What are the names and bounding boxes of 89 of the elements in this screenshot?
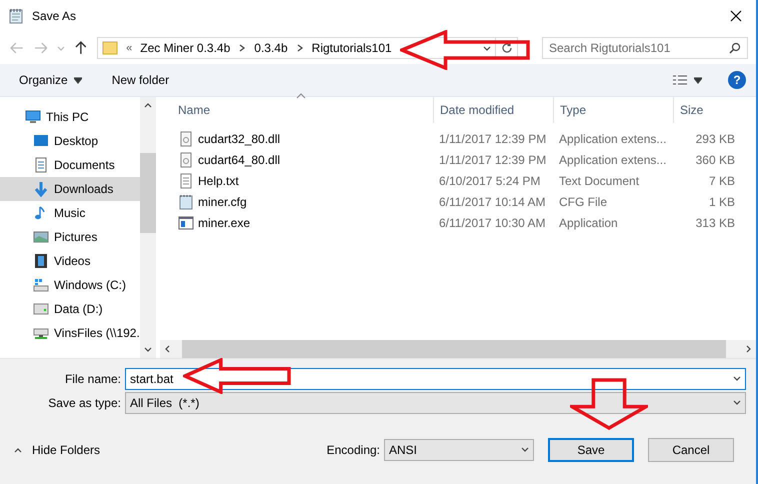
file-icon <box>178 194 194 210</box>
file-icon <box>178 130 194 146</box>
sidebar-item-icon <box>33 181 49 197</box>
column-header[interactable]: Name <box>160 97 433 123</box>
new-folder-button[interactable]: New folder <box>112 73 170 87</box>
column-header[interactable]: Date modified <box>433 97 553 123</box>
file-name-label: File name: <box>64 372 121 386</box>
size-cell-text: 313 KB <box>694 216 736 230</box>
scroll-down-icon <box>144 346 152 354</box>
hide-folders-button[interactable]: Hide Folders <box>14 443 100 457</box>
sidebar-item-icon <box>25 109 41 125</box>
date-cell-text: 1/11/2017 12:39 PM <box>438 132 548 146</box>
type-cell-text: Application <box>558 216 619 230</box>
vertical-scrollbar[interactable] <box>140 97 156 358</box>
dropdown-icon <box>733 399 741 407</box>
encoding-dropdown[interactable]: ANSI <box>384 439 534 461</box>
file-icon <box>178 152 194 168</box>
sidebar-item[interactable]: VinsFiles (\\192. <box>0 321 140 345</box>
folder-icon <box>102 41 118 55</box>
size-cell-text: 293 KB <box>694 132 736 146</box>
sidebar-item-icon <box>33 277 49 293</box>
help-button[interactable]: ? <box>728 71 746 89</box>
breadcrumb[interactable]: 0.3.4b <box>254 41 288 55</box>
overflow-marker[interactable]: « <box>126 42 132 54</box>
chevron-up-icon <box>14 446 22 454</box>
sidebar-item[interactable]: Data (D:) <box>0 297 140 321</box>
dropdown-icon <box>733 375 741 383</box>
file-name-field[interactable]: start.bat <box>125 368 746 390</box>
dropdown-icon <box>521 446 529 454</box>
file-name[interactable]: Help.txt <box>160 172 433 188</box>
save-as-type-label: Save as type: <box>47 396 121 410</box>
scroll-left-icon <box>164 345 172 353</box>
sidebar-item[interactable]: Windows (C:) <box>0 273 140 297</box>
chevron-icon <box>296 44 304 52</box>
caret-icon <box>74 76 82 84</box>
dropdown-icon <box>483 44 492 52</box>
organize-menu[interactable]: Organize <box>19 73 82 87</box>
sidebar-item-icon <box>33 229 49 245</box>
recent-dropdown-icon <box>57 44 66 52</box>
refresh-icon[interactable] <box>500 42 513 54</box>
sidebar-item-icon <box>33 157 49 173</box>
view-options-icon[interactable] <box>672 74 688 86</box>
encoding-label: Encoding: <box>326 443 380 457</box>
search-icon <box>728 42 741 54</box>
date-cell-text: 1/11/2017 12:39 PM <box>438 152 548 166</box>
column-header[interactable]: Type <box>553 97 673 123</box>
sidebar-item-icon <box>33 133 49 149</box>
save-as-type-dropdown[interactable]: All Files (*.*) <box>125 392 746 414</box>
file-name[interactable]: cudart32_80.dll <box>160 130 433 146</box>
window-title: Save As <box>32 9 78 23</box>
sidebar-item[interactable]: This PC <box>0 105 140 129</box>
save-button[interactable]: Save <box>548 438 634 462</box>
caret-icon <box>694 76 702 84</box>
sidebar-item-icon <box>33 301 49 317</box>
sidebar-item[interactable]: Videos <box>0 249 140 273</box>
close-icon[interactable] <box>730 10 742 22</box>
date-cell-text: 6/11/2017 10:30 AM <box>438 216 547 230</box>
type-cell-text: Application extens... <box>558 132 668 146</box>
file-name[interactable]: miner.exe <box>160 214 433 230</box>
size-cell-text: 1 KB <box>708 194 736 208</box>
file-name[interactable]: cudart64_80.dll <box>160 152 433 168</box>
search-field[interactable]: Search Rigtutorials101 <box>542 37 748 59</box>
breadcrumb[interactable]: Rigtutorials101 <box>312 41 392 55</box>
file-name[interactable]: miner.cfg <box>160 194 433 210</box>
type-cell-text: Application extens... <box>558 152 668 166</box>
up-arrow-icon[interactable] <box>75 41 88 55</box>
type-cell-text: CFG File <box>558 194 608 208</box>
sidebar-item[interactable]: Documents <box>0 153 140 177</box>
file-icon <box>178 214 194 230</box>
sort-caret-icon <box>296 93 306 99</box>
horizontal-scrollbar[interactable] <box>160 340 756 358</box>
file-icon <box>178 172 194 188</box>
scroll-right-icon <box>744 345 752 353</box>
type-cell-text: Text Document <box>558 174 640 188</box>
sidebar-item[interactable]: Pictures <box>0 225 140 249</box>
cancel-button[interactable]: Cancel <box>648 438 734 462</box>
sidebar-item[interactable]: Music <box>0 201 140 225</box>
sidebar-item-icon <box>33 253 49 269</box>
column-header[interactable]: Size <box>673 97 745 123</box>
size-cell-text: 7 KB <box>708 174 736 188</box>
date-cell-text: 6/11/2017 10:14 AM <box>438 194 547 208</box>
notepad-icon <box>8 8 24 24</box>
sidebar-item[interactable]: Downloads <box>0 177 140 201</box>
sidebar-item[interactable]: Desktop <box>0 129 140 153</box>
scroll-up-icon <box>144 101 152 109</box>
chevron-icon <box>238 44 246 52</box>
breadcrumb[interactable]: Zec Miner 0.3.4b <box>140 41 230 55</box>
size-cell-text: 360 KB <box>694 152 736 166</box>
date-cell-text: 6/10/2017 5:24 PM <box>438 174 542 188</box>
